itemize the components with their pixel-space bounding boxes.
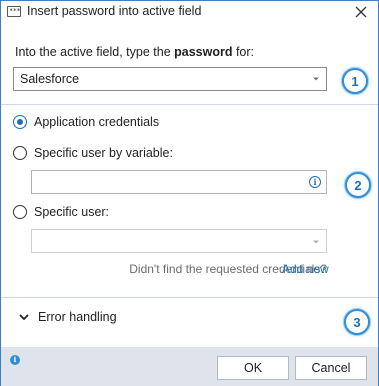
step-badge-3: 3 <box>344 309 370 335</box>
radio-application-credentials[interactable] <box>13 115 27 129</box>
option-label: Application credentials <box>34 115 160 129</box>
close-button[interactable] <box>352 3 370 21</box>
option-label: Specific user: <box>34 205 110 219</box>
ok-button[interactable]: OK <box>217 356 289 380</box>
user-variable-input[interactable]: i <box>31 170 327 194</box>
target-prompt: Into the active field, type the password… <box>15 45 255 59</box>
step-badge-2: 2 <box>345 172 371 198</box>
specific-user-select[interactable] <box>31 229 327 253</box>
add-new-link[interactable]: Add new <box>282 262 329 276</box>
close-icon <box>355 6 367 18</box>
error-handling-label: Error handling <box>38 310 117 324</box>
target-application-value: Salesforce <box>20 72 80 86</box>
dropdown-arrow-icon <box>313 240 319 244</box>
window-title: Insert password into active field <box>27 4 202 18</box>
dropdown-arrow-icon <box>313 77 319 81</box>
step-badge-1: 1 <box>342 68 368 94</box>
option-specific-user[interactable]: Specific user: <box>13 205 109 219</box>
chevron-down-icon <box>19 314 29 321</box>
radio-user-by-variable[interactable] <box>13 146 27 160</box>
option-label: Specific user by variable: <box>34 146 173 160</box>
help-info-icon[interactable]: i <box>10 355 20 365</box>
radio-specific-user[interactable] <box>13 205 27 219</box>
dialog-footer: i OK Cancel <box>1 347 378 386</box>
target-section: Into the active field, type the password… <box>1 23 378 104</box>
target-application-select[interactable]: Salesforce <box>13 67 327 91</box>
section-divider <box>1 297 378 298</box>
option-application-credentials[interactable]: Application credentials <box>13 115 159 129</box>
option-user-by-variable[interactable]: Specific user by variable: <box>13 146 173 160</box>
section-divider <box>1 104 378 105</box>
info-icon[interactable]: i <box>309 176 321 188</box>
error-handling-toggle[interactable]: Error handling <box>19 310 117 324</box>
title-bar: *** Insert password into active field <box>1 1 378 23</box>
insert-password-dialog: *** Insert password into active field In… <box>0 0 379 386</box>
password-field-icon: *** <box>7 6 21 17</box>
cancel-button[interactable]: Cancel <box>295 356 367 380</box>
